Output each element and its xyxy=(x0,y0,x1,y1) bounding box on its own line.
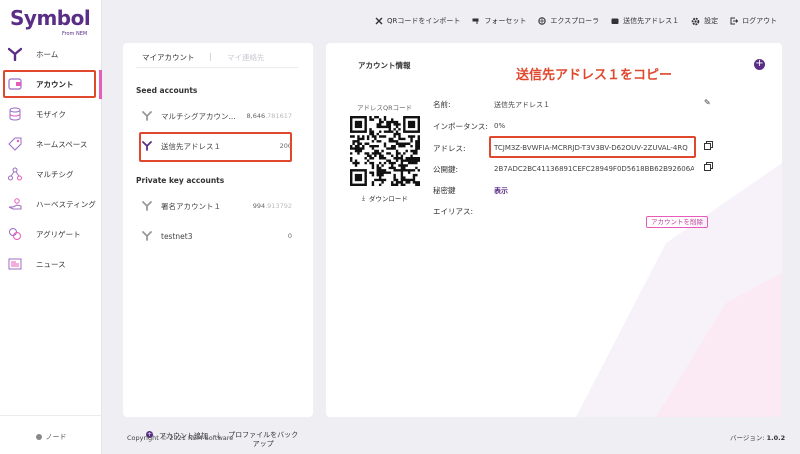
backup-profile-label: プロファイルをバックアップ xyxy=(228,431,299,448)
node-selector[interactable]: ノード xyxy=(0,425,102,449)
logout-icon xyxy=(730,17,739,25)
download-icon: ⤓ xyxy=(362,193,365,202)
symbol-home-icon xyxy=(8,47,22,61)
show-private-key-link[interactable]: 表示 xyxy=(494,186,508,196)
account-balance: 8,646.781617 xyxy=(246,112,293,120)
multisig-icon xyxy=(8,167,22,181)
tab-my-accounts[interactable]: マイアカウント xyxy=(142,52,195,63)
copy-public-key-icon[interactable] xyxy=(704,162,713,173)
account-balance: 0 xyxy=(287,232,292,240)
faucet-label: フォーセット xyxy=(484,17,527,25)
qr-code-label: アドレスQRコード xyxy=(357,104,413,112)
annotation-highlight-box xyxy=(139,132,292,162)
current-account-button[interactable]: 送信先アドレス１ xyxy=(611,16,679,26)
qr-import-button[interactable]: QRコードをインポート xyxy=(375,16,460,26)
sidebar-item-news[interactable]: ニュース xyxy=(0,251,102,277)
node-label: ノード xyxy=(45,433,67,441)
tag-icon xyxy=(8,137,22,151)
annotation-highlight-box xyxy=(489,136,696,158)
explorer-icon xyxy=(538,17,547,25)
aggregate-icon xyxy=(8,227,22,241)
account-name: マルチシグアカウン... xyxy=(161,111,236,121)
accounts-panel: マイアカウント | マイ連絡先 Seed accounts マルチシグアカウン.… xyxy=(123,43,313,448)
seed-accounts-title: Seed accounts xyxy=(136,86,198,95)
download-qr-button[interactable]: ⤓ ダウンロード xyxy=(362,193,408,204)
sidebar-item-aggregate[interactable]: アグリゲート xyxy=(0,221,102,247)
settings-label: 設定 xyxy=(704,17,719,25)
sidebar-item-label: ホーム xyxy=(36,49,59,59)
top-toolbar: QRコードをインポート フォーセット エクスプローラ 送信先アドレス１ 設定 ロ… xyxy=(375,11,789,31)
logout-label: ログアウト xyxy=(742,17,778,25)
delete-account-button[interactable]: アカウントを削除 xyxy=(646,216,708,228)
download-label: ダウンロード xyxy=(368,195,408,203)
background-decoration xyxy=(576,163,782,417)
private-key-label: 秘密鍵 xyxy=(433,186,456,195)
public-key-label: 公開鍵: xyxy=(433,165,459,174)
tab-divider xyxy=(136,67,298,68)
annotation-text: 送信先アドレス１をコピー xyxy=(516,68,673,83)
copy-address-icon[interactable] xyxy=(704,141,713,152)
faucet-icon xyxy=(472,18,479,24)
importance-label: インポータンス: xyxy=(433,122,488,131)
account-name: 署名アカウント１ xyxy=(161,201,221,211)
name-label: 名前: xyxy=(433,100,451,109)
account-list-item[interactable]: マルチシグアカウン... 8,646.781617 xyxy=(136,104,300,128)
tab-contacts[interactable]: マイ連絡先 xyxy=(227,52,265,63)
sidebar-item-multisig[interactable]: マルチシグ xyxy=(0,161,102,187)
qr-import-icon xyxy=(375,17,383,25)
settings-button[interactable]: 設定 xyxy=(691,16,718,26)
account-info-title: アカウント情報 xyxy=(358,61,411,70)
symbol-account-icon xyxy=(141,111,153,121)
sidebar-item-label: マルチシグ xyxy=(36,169,74,179)
news-icon xyxy=(8,257,22,271)
annotation-highlight-box xyxy=(3,70,96,98)
logo-subtext: From NEM xyxy=(62,31,88,37)
sidebar-item-label: アグリゲート xyxy=(36,229,81,239)
wallet-small-icon xyxy=(611,18,619,24)
name-value: 送信先アドレス１ xyxy=(494,101,550,109)
private-key-accounts-title: Private key accounts xyxy=(136,176,225,185)
alias-label: エイリアス: xyxy=(433,207,474,216)
account-balance: 994.913792 xyxy=(252,202,292,210)
tab-separator: | xyxy=(209,52,212,61)
symbol-account-icon xyxy=(141,201,153,211)
sidebar-item-label: ニュース xyxy=(36,259,66,269)
gear-icon xyxy=(691,17,700,25)
harvest-hand-icon xyxy=(8,197,22,211)
version-text: バージョン: 1.0.2 xyxy=(730,434,786,442)
account-info-panel: アカウント情報 送信先アドレス１をコピー + アドレスQRコード ⤓ ダウンロー… xyxy=(326,43,782,417)
sidebar-item-label: モザイク xyxy=(36,109,66,119)
app-window: Symbol From NEM ホーム アカウント モザイク ネームスペース マ… xyxy=(0,0,800,454)
sidebar-item-mosaic[interactable]: モザイク xyxy=(0,101,102,127)
explorer-button[interactable]: エクスプローラ xyxy=(538,16,599,26)
symbol-account-icon xyxy=(141,231,153,241)
sidebar-item-label: ネームスペース xyxy=(36,139,88,149)
node-status-dot-icon xyxy=(35,434,42,440)
current-account-label: 送信先アドレス１ xyxy=(623,17,680,25)
address-label: アドレス: xyxy=(433,144,466,153)
mosaic-stack-icon xyxy=(8,107,22,121)
sidebar: Symbol From NEM ホーム アカウント モザイク ネームスペース マ… xyxy=(0,0,102,454)
address-qr-code xyxy=(350,116,420,186)
sidebar-item-home[interactable]: ホーム xyxy=(0,41,102,67)
symbol-logo[interactable]: Symbol From NEM xyxy=(10,6,100,38)
importance-value: 0% xyxy=(494,122,506,130)
sidebar-item-namespace[interactable]: ネームスペース xyxy=(0,131,102,157)
active-indicator xyxy=(99,70,102,99)
add-button[interactable]: + xyxy=(754,59,765,70)
logo-text: Symbol xyxy=(10,6,91,30)
qr-import-label: QRコードをインポート xyxy=(387,17,461,25)
account-list-item[interactable]: 署名アカウント１ 994.913792 xyxy=(136,194,300,218)
account-name: testnet3 xyxy=(161,231,193,241)
faucet-button[interactable]: フォーセット xyxy=(472,16,526,26)
account-list-item[interactable]: testnet3 0 xyxy=(136,224,300,248)
sidebar-item-label: ハーベスティング xyxy=(36,199,96,209)
divider xyxy=(0,415,102,416)
explorer-label: エクスプローラ xyxy=(550,17,600,25)
public-key-value[interactable]: 2B7ADC2BC41136891CEFC28949F0D5618BB62B92… xyxy=(494,165,694,173)
copyright-text: Copyright © 2021 NEM Software xyxy=(127,434,234,442)
sidebar-item-harvesting[interactable]: ハーベスティング xyxy=(0,191,102,217)
logout-button[interactable]: ログアウト xyxy=(730,16,777,26)
edit-pencil-icon[interactable]: ✎ xyxy=(704,98,711,107)
